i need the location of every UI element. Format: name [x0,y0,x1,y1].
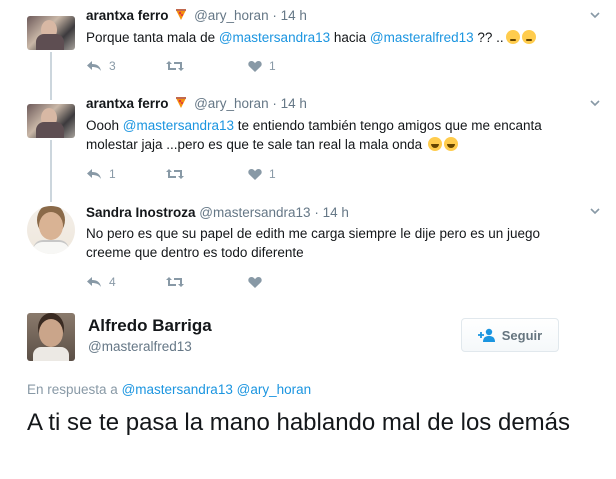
retweet-button[interactable] [166,167,191,181]
tweet-header: arantxa ferro @ary_horan · 14 h [86,96,307,111]
like-count: 1 [269,167,276,181]
follow-person-icon [477,328,495,342]
follow-button[interactable]: Seguir [461,318,559,352]
like-icon [248,169,262,180]
like-count: 1 [269,59,276,73]
tweet-header: Sandra Inostroza @mastersandra13 · 14 h [86,205,349,220]
follow-label: Seguir [501,327,543,343]
retweet-button[interactable] [166,59,191,73]
user-name[interactable]: arantxa ferro [86,96,169,111]
laughing-emoji [443,137,458,151]
retweet-icon [166,61,184,71]
like-icon [248,61,262,72]
pizza-icon [176,9,187,20]
tweet-header: arantxa ferro @ary_horan · 14 h [86,8,307,23]
separator: · [314,205,319,220]
like-button[interactable] [248,275,269,289]
thread-tweet[interactable]: arantxa ferro @ary_horan · 14 h Oooh @ma… [0,88,616,196]
timestamp[interactable]: 14 h [323,205,349,220]
text-segment: ?? .. [473,30,504,45]
tweet-text: Oooh @mastersandra13 te entiendo también… [86,116,596,154]
user-name[interactable]: arantxa ferro [86,8,169,23]
like-button[interactable]: 1 [248,167,276,181]
text-segment: Porque tanta mala de [86,30,219,45]
thinking-emoji [521,30,536,44]
thinking-emoji [505,30,520,44]
tweet-actions: 4 [86,275,386,291]
user-handle[interactable]: @ary_horan [194,96,269,111]
user-handle[interactable]: @masteralfred13 [88,339,192,354]
chevron-down-icon[interactable] [590,206,600,216]
tweet-text: Porque tanta mala de @mastersandra13 hac… [86,28,596,47]
retweet-button[interactable] [166,275,191,289]
mention-link[interactable]: @ary_horan [237,382,312,397]
text-segment: hacia [330,30,370,45]
reply-count: 3 [109,59,116,73]
thread-tweet[interactable]: arantxa ferro @ary_horan · 14 h Porque t… [0,0,616,88]
reply-button[interactable]: 1 [86,167,116,181]
avatar[interactable] [27,16,75,50]
mention-link[interactable]: @mastersandra13 [122,382,233,397]
retweet-icon [166,277,184,287]
like-icon [248,277,262,288]
reply-icon [87,61,101,71]
user-name[interactable]: Sandra Inostroza [86,205,196,220]
mention-link[interactable]: @masteralfred13 [370,30,474,45]
tweet-actions: 1 1 [86,167,386,183]
laughing-emoji [427,137,442,151]
mention-link[interactable]: @mastersandra13 [219,30,330,45]
avatar[interactable] [27,313,75,361]
avatar[interactable] [27,206,75,254]
reply-count: 4 [109,275,116,289]
timestamp[interactable]: 14 h [281,8,307,23]
tweet-actions: 3 1 [86,59,386,75]
user-name[interactable]: Alfredo Barriga [88,316,212,336]
thread-tweet[interactable]: Sandra Inostroza @mastersandra13 · 14 h … [0,196,616,300]
tweet-text: No pero es que su papel de edith me carg… [86,226,541,260]
chevron-down-icon[interactable] [590,98,600,108]
like-button[interactable]: 1 [248,59,276,73]
text-segment: Oooh [86,118,123,133]
chevron-down-icon[interactable] [590,10,600,20]
reply-icon [87,169,101,179]
pizza-icon [176,97,187,108]
avatar[interactable] [27,104,75,138]
user-handle[interactable]: @ary_horan [194,8,269,23]
reply-button[interactable]: 4 [86,275,116,289]
user-handle[interactable]: @mastersandra13 [199,205,310,220]
separator: · [272,96,277,111]
mention-link[interactable]: @mastersandra13 [123,118,234,133]
reply-icon [87,277,101,287]
tweet-text: A ti se te pasa la mano hablando mal de … [27,409,570,436]
reply-button[interactable]: 3 [86,59,116,73]
main-tweet: Alfredo Barriga @masteralfred13 Seguir E… [0,306,616,479]
reply-prefix: En respuesta a [27,382,118,397]
separator: · [272,8,277,23]
retweet-icon [166,169,184,179]
timestamp[interactable]: 14 h [281,96,307,111]
reply-count: 1 [109,167,116,181]
reply-context: En respuesta a @mastersandra13 @ary_hora… [27,382,311,397]
